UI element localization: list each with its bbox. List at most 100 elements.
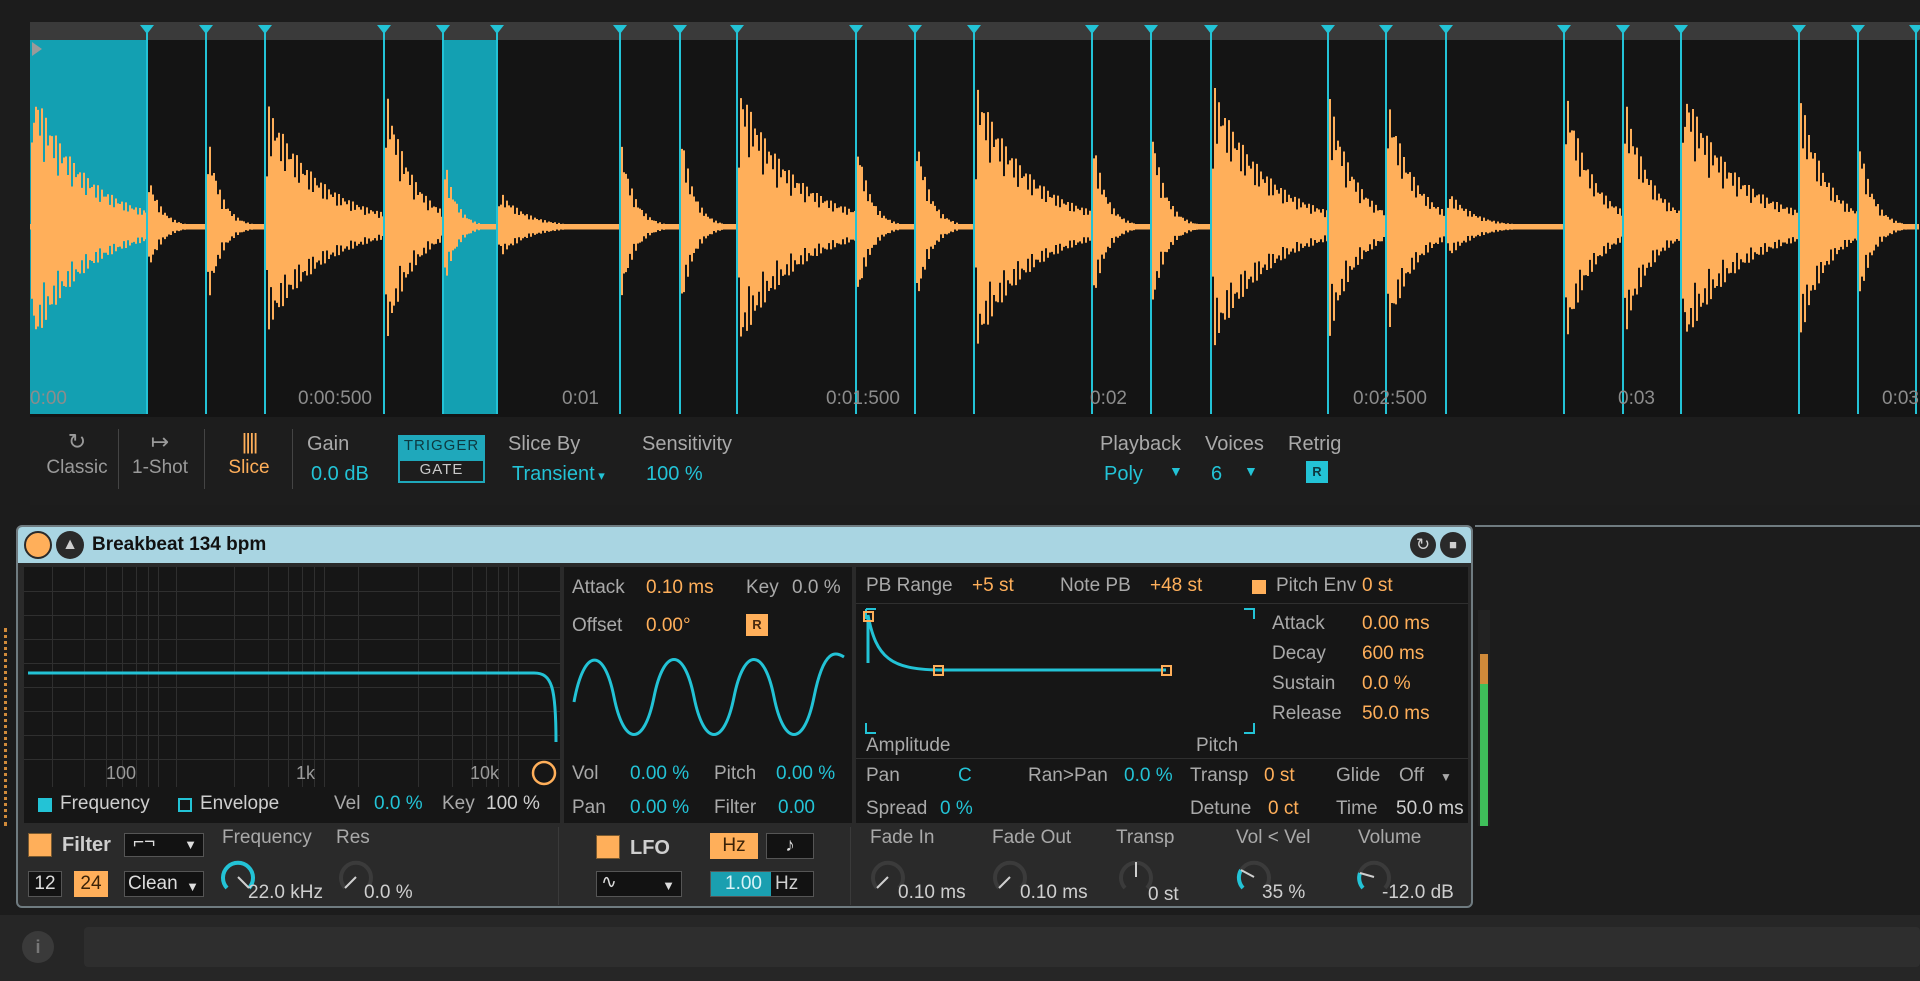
slice-marker-handle[interactable] (908, 25, 922, 34)
slice-marker-handle[interactable] (1439, 25, 1453, 34)
mode-slice-button[interactable]: |||| Slice (211, 427, 287, 479)
lfo-enable-toggle[interactable] (596, 835, 620, 859)
device-power-button[interactable] (24, 531, 52, 559)
circuit-dropdown[interactable]: Clean ▼ (124, 871, 204, 897)
voices-value[interactable]: 6 (1211, 463, 1222, 486)
lfo-attack-value[interactable]: 0.10 ms (646, 577, 714, 599)
slice-marker-handle[interactable] (1204, 25, 1218, 34)
info-text-area (84, 927, 1920, 967)
env-attack-value[interactable]: 0.00 ms (1362, 613, 1430, 635)
waveform-svg[interactable] (30, 22, 1920, 417)
slope-24-button[interactable]: 24 (74, 871, 108, 897)
lfo-shape-dropdown[interactable]: ∿ ▼ (596, 871, 682, 897)
slice-marker-handle[interactable] (258, 25, 272, 34)
playback-value[interactable]: Poly (1104, 463, 1143, 486)
env-decay-value[interactable]: 600 ms (1362, 643, 1424, 665)
loop-icon: ↻ (67, 429, 87, 454)
lfo-offset-value[interactable]: 0.00° (646, 615, 691, 637)
slice-marker-handle[interactable] (199, 25, 213, 34)
slice-marker-handle[interactable] (613, 25, 627, 34)
env-sustain-value[interactable]: 0.0 % (1362, 673, 1411, 695)
mode-classic-button[interactable]: ↻ Classic (39, 427, 115, 479)
trigger-button[interactable]: TRIGGER (398, 435, 485, 459)
vel-value[interactable]: 0.0 % (374, 793, 423, 815)
slice-marker-handle[interactable] (1851, 25, 1865, 34)
slice-marker-handle[interactable] (436, 25, 450, 34)
slice-by-dropdown[interactable]: Transient ▾ (512, 463, 605, 486)
mode-1-shot-button[interactable]: ↦ 1-Shot (122, 427, 198, 479)
sensitivity-value[interactable]: 100 % (646, 463, 703, 486)
slice-marker-handle[interactable] (849, 25, 863, 34)
slice-marker-handle[interactable] (140, 25, 154, 34)
lfo-rate-slider[interactable]: 1.00 Hz (710, 871, 814, 897)
pb-range-value[interactable]: +5 st (972, 575, 1014, 597)
gain-label: Gain (307, 433, 350, 455)
playback-chevron-icon[interactable]: ▼ (1169, 463, 1183, 479)
note-pb-value[interactable]: +48 st (1150, 575, 1202, 597)
chevron-down-icon: ▾ (594, 468, 605, 483)
info-icon[interactable]: i (22, 931, 54, 963)
slice-marker-handle[interactable] (673, 25, 687, 34)
pitch-env-toggle[interactable] (1252, 580, 1266, 594)
filter-frequency-value[interactable]: 22.0 kHz (248, 882, 323, 904)
slice-marker-handle[interactable] (967, 25, 981, 34)
slice-marker-handle[interactable] (1144, 25, 1158, 34)
slice-marker-handle[interactable] (1909, 25, 1920, 34)
hot-swap-button[interactable]: ↻ (1410, 532, 1436, 558)
slice-marker-handle[interactable] (1321, 25, 1335, 34)
lfo-hz-mode-button[interactable]: Hz (710, 833, 758, 859)
time-value[interactable]: 50.0 ms (1396, 798, 1464, 820)
refresh-icon: ↻ (1415, 535, 1431, 554)
gate-button[interactable]: GATE (398, 459, 485, 483)
slice-marker-handle[interactable] (730, 25, 744, 34)
filter-type-dropdown[interactable]: ⌐¬ ▼ (124, 833, 204, 857)
sampler-controls: ↻ Classic ↦ 1-Shot |||| Slice Gain 0.0 d… (30, 417, 1920, 505)
pitch-env-value[interactable]: 0 st (1362, 575, 1393, 597)
fade-in-value[interactable]: 0.10 ms (898, 882, 966, 904)
envelope-mod-toggle[interactable] (178, 798, 192, 812)
slice-marker-handle[interactable] (490, 25, 504, 34)
filter-curve-svg[interactable] (24, 567, 560, 823)
pan-value[interactable]: C (958, 765, 972, 787)
glide-dropdown[interactable]: Off ▼ (1399, 765, 1452, 787)
lfo-vol-value[interactable]: 0.00 % (630, 763, 689, 785)
filter-frequency-handle[interactable] (531, 760, 557, 786)
save-preset-button[interactable]: ■ (1440, 532, 1466, 558)
transp-value[interactable]: 0 st (1264, 765, 1295, 787)
ran-pan-value[interactable]: 0.0 % (1124, 765, 1173, 787)
lfo-key-value[interactable]: 0.0 % (792, 577, 841, 599)
slice-marker-handle[interactable] (1792, 25, 1806, 34)
volume-value[interactable]: -12.0 dB (1382, 882, 1454, 904)
envelope-mod-label: Envelope (200, 793, 280, 814)
slice-marker-handle[interactable] (377, 25, 391, 34)
env-release-value[interactable]: 50.0 ms (1362, 703, 1430, 725)
spread-value[interactable]: 0 % (940, 798, 973, 820)
slice-marker-handle[interactable] (1085, 25, 1099, 34)
fade-out-value[interactable]: 0.10 ms (1020, 882, 1088, 904)
retrig-toggle[interactable]: R (1306, 461, 1328, 483)
lfo-sync-mode-button[interactable]: ♪ (766, 833, 814, 859)
bottom-transp-value[interactable]: 0 st (1148, 884, 1179, 906)
lfo-pan-value[interactable]: 0.00 % (630, 797, 689, 819)
frequency-mod-toggle[interactable] (38, 798, 52, 812)
vol-vel-value[interactable]: 35 % (1262, 882, 1305, 904)
slope-12-button[interactable]: 12 (28, 871, 62, 897)
filter-res-value[interactable]: 0.0 % (364, 882, 413, 904)
detune-value[interactable]: 0 ct (1268, 798, 1299, 820)
envelope-graph-svg[interactable] (856, 603, 1276, 753)
slice-marker-handle[interactable] (1379, 25, 1393, 34)
lfo-retrig-toggle[interactable]: R (746, 614, 768, 636)
key-value[interactable]: 100 % (486, 793, 540, 815)
gain-value[interactable]: 0.0 dB (311, 463, 369, 486)
lfo-filter-value[interactable]: 0.00 (778, 797, 815, 819)
pitch-tab[interactable]: Pitch (1196, 735, 1238, 757)
amplitude-tab[interactable]: Amplitude (866, 735, 951, 757)
lfo-pitch-value[interactable]: 0.00 % (776, 763, 835, 785)
voices-chevron-icon[interactable]: ▼ (1244, 463, 1258, 479)
filter-enable-toggle[interactable] (28, 833, 52, 857)
volume-label: Volume (1358, 827, 1422, 848)
device-fold-button[interactable]: ▲ (56, 531, 84, 559)
slice-marker-handle[interactable] (1674, 25, 1688, 34)
slice-marker-handle[interactable] (1557, 25, 1571, 34)
slice-marker-handle[interactable] (1616, 25, 1630, 34)
